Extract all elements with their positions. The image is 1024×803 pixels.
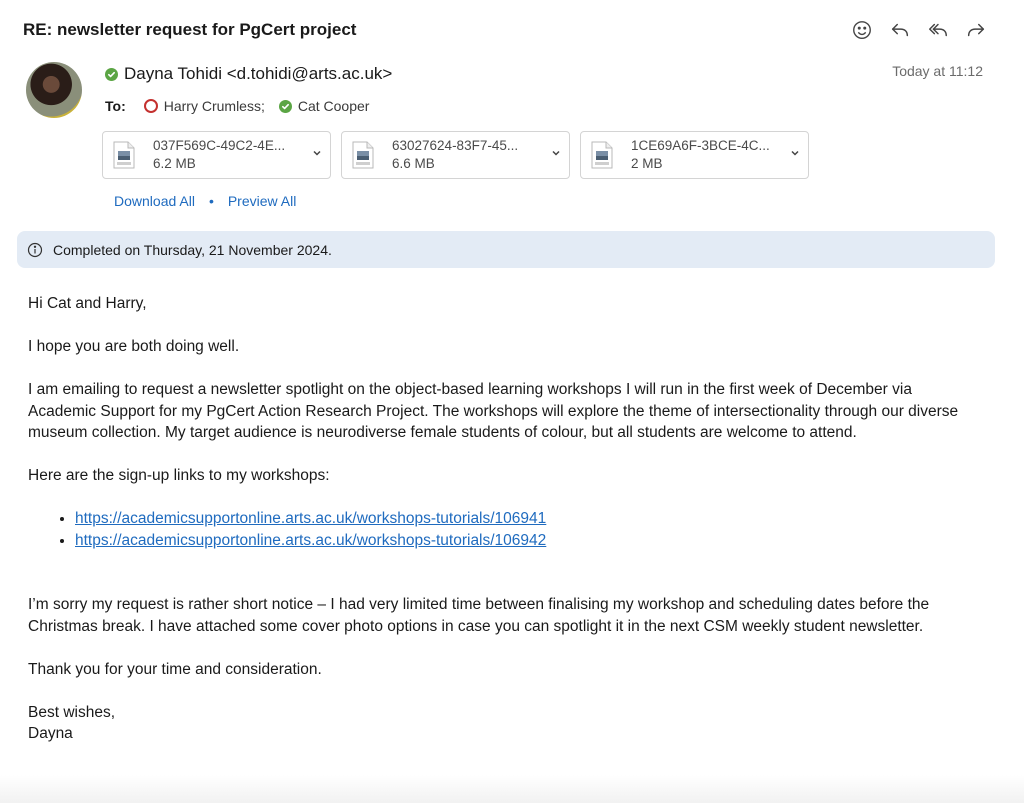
- presence-available-icon: [278, 99, 292, 113]
- attachment-list: 037F569C-49C2-4E... 6.2 MB 63027624-83F7…: [102, 131, 809, 179]
- body-paragraph: I hope you are both doing well.: [28, 338, 240, 355]
- presence-available-icon: [105, 67, 118, 81]
- recipients-line: To: Harry Crumless; Cat Cooper: [105, 98, 377, 114]
- preview-all-link[interactable]: Preview All: [228, 193, 296, 209]
- info-icon: [27, 242, 43, 257]
- recipient-cat[interactable]: Cat Cooper: [278, 98, 370, 114]
- presence-busy-icon: [143, 99, 158, 113]
- forward-icon[interactable]: [964, 18, 988, 42]
- bottom-fade: [0, 775, 1024, 803]
- attachment-size: 6.2 MB: [153, 156, 196, 171]
- workshop-link[interactable]: https://academicsupportonline.arts.ac.uk…: [75, 510, 546, 527]
- to-label: To:: [105, 98, 126, 114]
- body-paragraph: I am emailing to request a newsletter sp…: [28, 381, 959, 441]
- attachment-item[interactable]: 1CE69A6F-3BCE-4C... 2 MB: [580, 131, 809, 179]
- attachment-item[interactable]: 037F569C-49C2-4E... 6.2 MB: [102, 131, 331, 179]
- signoff: Best wishes,: [28, 703, 116, 721]
- chevron-down-icon[interactable]: [551, 148, 561, 158]
- attachment-name: 63027624-83F7-45...: [392, 138, 519, 153]
- greeting: Hi Cat and Harry,: [28, 295, 147, 312]
- jpeg-file-icon: [352, 141, 374, 169]
- body-paragraph: Thank you for your time and consideratio…: [28, 660, 322, 678]
- completed-banner: Completed on Thursday, 21 November 2024.: [17, 231, 995, 268]
- list-item: https://academicsupportonline.arts.ac.uk…: [75, 530, 978, 552]
- sender-line: Dayna Tohidi <d.tohidi@arts.ac.uk>: [105, 64, 392, 84]
- recipient-harry[interactable]: Harry Crumless;: [143, 98, 265, 114]
- reply-all-icon[interactable]: [926, 18, 950, 42]
- workshop-links-list: https://academicsupportonline.arts.ac.uk…: [28, 508, 978, 551]
- body-paragraph: I’m sorry my request is rather short not…: [28, 596, 930, 635]
- received-date: Today at 11:12: [892, 63, 983, 79]
- attachment-size: 6.6 MB: [392, 156, 435, 171]
- attachment-name: 037F569C-49C2-4E...: [153, 138, 286, 153]
- chevron-down-icon[interactable]: [312, 148, 322, 158]
- sender-name[interactable]: Dayna Tohidi <d.tohidi@arts.ac.uk>: [124, 64, 392, 84]
- list-item: https://academicsupportonline.arts.ac.uk…: [75, 508, 978, 530]
- emoji-icon[interactable]: [850, 18, 874, 42]
- attachment-item[interactable]: 63027624-83F7-45... 6.6 MB: [341, 131, 570, 179]
- download-all-link[interactable]: Download All: [114, 193, 195, 209]
- message-toolbar: [850, 18, 988, 42]
- jpeg-file-icon: [113, 141, 135, 169]
- signature: Dayna: [28, 725, 73, 742]
- workshop-link[interactable]: https://academicsupportonline.arts.ac.uk…: [75, 532, 546, 549]
- email-subject: RE: newsletter request for PgCert projec…: [23, 20, 357, 39]
- recipient-name: Harry Crumless;: [163, 98, 265, 114]
- recipient-name: Cat Cooper: [297, 98, 370, 114]
- separator-dot: •: [208, 193, 214, 209]
- reply-icon[interactable]: [888, 18, 912, 42]
- jpeg-file-icon: [591, 141, 613, 169]
- chevron-down-icon[interactable]: [790, 148, 800, 158]
- body-paragraph: Here are the sign-up links to my worksho…: [28, 467, 330, 484]
- attachment-name: 1CE69A6F-3BCE-4C...: [631, 138, 770, 153]
- banner-text: Completed on Thursday, 21 November 2024.: [53, 241, 332, 258]
- sender-avatar[interactable]: [26, 62, 82, 118]
- message-body: Hi Cat and Harry, I hope you are both do…: [28, 293, 978, 745]
- attachment-actions: Download All • Preview All: [114, 193, 296, 209]
- attachment-size: 2 MB: [631, 156, 663, 171]
